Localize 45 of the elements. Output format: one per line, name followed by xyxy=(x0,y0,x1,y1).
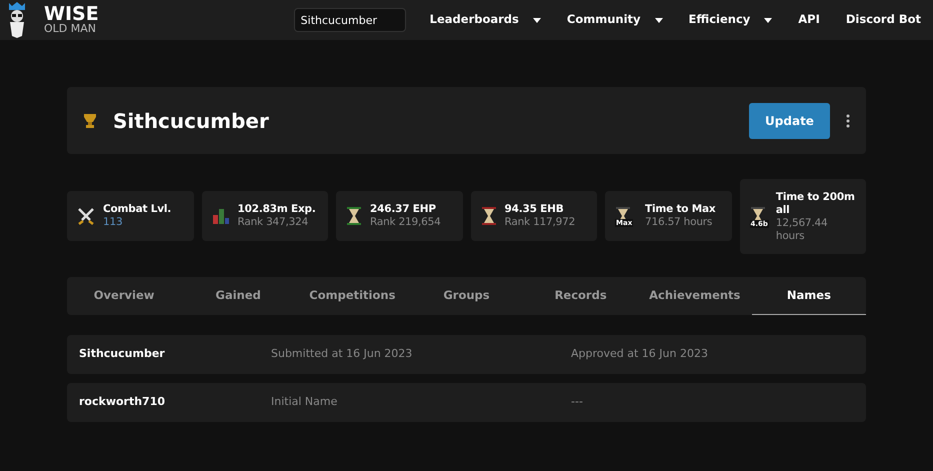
tab[interactable]: Groups xyxy=(409,277,524,315)
tab[interactable]: Overview xyxy=(67,277,182,315)
tab[interactable]: Records xyxy=(524,277,638,315)
stat-title: 246.37 EHP xyxy=(370,203,437,216)
player-name: Sithcucumber xyxy=(113,108,269,134)
approved-date: Approved at 16 Jun 2023 xyxy=(571,346,708,362)
more-options-icon[interactable] xyxy=(846,114,850,128)
nav-link[interactable]: Efficiency xyxy=(688,11,772,29)
submitted-date: Initial Name xyxy=(271,394,338,410)
stat-title: 102.83m Exp. xyxy=(238,203,316,216)
tab[interactable]: Names xyxy=(752,277,866,315)
bar-chart-icon xyxy=(212,207,230,225)
stat-value: Rank 347,324 xyxy=(238,216,310,229)
stat-value: Rank 219,654 xyxy=(370,216,441,229)
swords-icon xyxy=(77,207,95,225)
trophy-icon xyxy=(83,112,97,128)
update-button[interactable]: Update xyxy=(749,102,830,138)
logo-title: WISE xyxy=(44,5,99,23)
caret-icon xyxy=(654,18,663,22)
stat-value: Rank 117,972 xyxy=(504,216,576,229)
tab[interactable]: Gained xyxy=(181,277,296,315)
stat-title: 94.35 EHB xyxy=(504,203,565,216)
tab[interactable]: Achievements xyxy=(638,277,752,315)
tab[interactable]: Competitions xyxy=(295,277,410,315)
logo-subtitle: OLD MAN xyxy=(44,23,97,35)
stat-title: Combat Lvl. xyxy=(103,203,172,216)
submitted-date: Submitted at 16 Jun 2023 xyxy=(271,346,414,362)
nav-link[interactable]: API xyxy=(798,11,820,29)
hourglass-icon xyxy=(346,207,362,225)
logo-icon xyxy=(6,1,28,39)
stat-value: 113 xyxy=(103,216,124,229)
nav-link[interactable]: Leaderboards xyxy=(430,11,541,29)
hourglass-icon xyxy=(480,207,496,225)
nav-link[interactable]: Discord Bot xyxy=(846,11,921,29)
player-name-cell-text: Sithcucumber xyxy=(79,346,166,362)
stat-value: 12,567.44 hours xyxy=(776,216,829,242)
stat-value: 716.57 hours xyxy=(645,216,714,229)
approved-date: --- xyxy=(571,394,583,410)
stat-title: Time to Max xyxy=(645,203,716,216)
caret-icon xyxy=(532,18,541,22)
nav-link[interactable]: Community xyxy=(566,11,663,29)
caret-icon xyxy=(764,18,772,22)
search-field[interactable]: Sithcucumber xyxy=(294,8,406,32)
stat-title: Time to 200m all xyxy=(776,190,856,216)
player-name-cell-text: rockworth710 xyxy=(79,394,166,410)
